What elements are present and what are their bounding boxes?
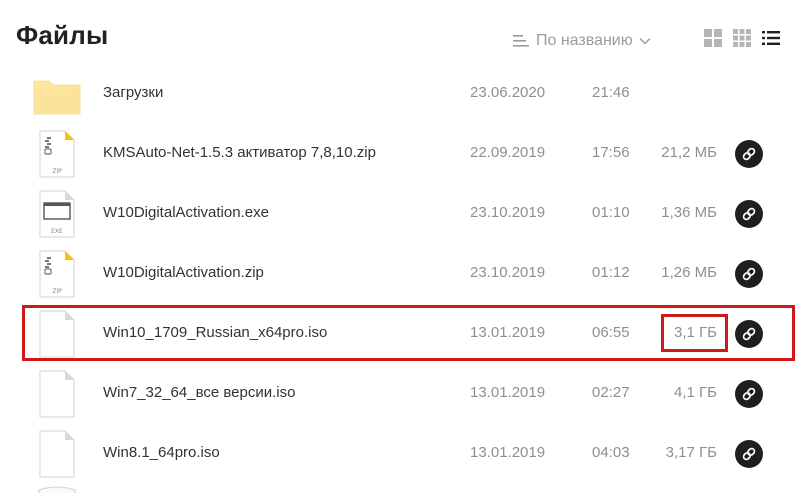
share-link-button[interactable] — [735, 260, 763, 288]
file-row[interactable]: Win7_32_64_все версии.iso 13.01.2019 02:27… — [0, 364, 800, 424]
file-type-label: EXE — [51, 228, 63, 235]
file-list: Загрузки 23.06.2020 21:46 ZIP KMSAuto-Net-1.… — [0, 64, 800, 484]
grid-small-icon[interactable] — [732, 28, 752, 48]
file-size: 3,1 ГБ — [674, 324, 717, 341]
folder-icon — [33, 80, 81, 115]
iso-file-icon — [39, 430, 75, 478]
share-link-button[interactable] — [735, 320, 763, 348]
share-link-button[interactable] — [735, 380, 763, 408]
file-size: 1,26 МБ — [661, 264, 717, 281]
file-row[interactable]: Win8.1_64pro.iso 13.01.2019 04:03 3,17 ГБ — [0, 424, 800, 484]
link-icon — [742, 447, 756, 461]
file-icon-box: EXE — [30, 190, 84, 238]
file-size: 3,17 ГБ — [665, 444, 717, 461]
file-icon-box — [30, 310, 84, 358]
file-icon-box: ZIP — [30, 130, 84, 178]
file-name[interactable]: W10DigitalActivation.zip — [103, 264, 264, 281]
file-row[interactable]: ZIP W10DigitalActivation.zip 23.10.2019 01:… — [0, 244, 800, 304]
link-icon — [742, 147, 756, 161]
zip-file-icon: ZIP — [39, 130, 75, 178]
sort-label: По названию — [536, 32, 633, 49]
zip-file-icon: ZIP — [39, 250, 75, 298]
page-title: Файлы — [16, 20, 109, 50]
file-time: 01:10 — [592, 204, 630, 221]
view-toggle-group — [703, 28, 781, 48]
file-time: 01:12 — [592, 264, 630, 281]
chevron-down-icon — [639, 38, 651, 45]
file-date: 22.09.2019 — [470, 144, 546, 161]
partial-file-icon — [38, 486, 76, 493]
share-link-button[interactable] — [735, 440, 763, 468]
file-name[interactable]: Загрузки — [103, 84, 163, 101]
list-icon[interactable] — [761, 28, 781, 48]
iso-file-icon — [39, 370, 75, 418]
grid-large-icon[interactable] — [703, 28, 723, 48]
file-icon-box: ZIP — [30, 250, 84, 298]
header: Файлы По названию — [0, 0, 800, 72]
file-icon-box — [30, 370, 84, 418]
file-name[interactable]: Win8.1_64pro.iso — [103, 444, 220, 461]
file-size: 1,36 МБ — [661, 204, 717, 221]
file-time: 21:46 — [592, 84, 630, 101]
file-date: 13.01.2019 — [470, 324, 546, 341]
exe-file-icon: EXE — [39, 190, 75, 238]
file-row[interactable]: ZIP KMSAuto-Net-1.5.3 активатор 7,8,10.zi… — [0, 124, 800, 184]
file-name[interactable]: KMSAuto-Net-1.5.3 активатор 7,8,10.zip — [103, 144, 376, 161]
file-icon-box — [30, 70, 84, 118]
iso-file-icon — [39, 310, 75, 358]
link-icon — [742, 207, 756, 221]
file-date: 23.06.2020 — [470, 84, 546, 101]
file-manager-page: Файлы По названию Загрузки 23.06.2020 21… — [0, 0, 800, 493]
file-size: 4,1 ГБ — [674, 384, 717, 401]
file-name[interactable]: W10DigitalActivation.exe — [103, 204, 269, 221]
file-row[interactable]: Загрузки 23.06.2020 21:46 — [0, 64, 800, 124]
file-type-label: ZIP — [52, 168, 62, 175]
file-icon-box — [30, 430, 84, 478]
sort-lines-icon — [513, 35, 529, 47]
sort-dropdown[interactable]: По названию — [512, 30, 651, 52]
file-date: 23.10.2019 — [470, 204, 546, 221]
file-time: 04:03 — [592, 444, 630, 461]
file-date: 23.10.2019 — [470, 264, 546, 281]
file-time: 17:56 — [592, 144, 630, 161]
file-time: 06:55 — [592, 324, 630, 341]
file-date: 13.01.2019 — [470, 384, 546, 401]
file-name[interactable]: Win10_1709_Russian_x64pro.iso — [103, 324, 327, 341]
file-time: 02:27 — [592, 384, 630, 401]
file-name[interactable]: Win7_32_64_все версии.iso — [103, 384, 295, 401]
share-link-button[interactable] — [735, 200, 763, 228]
share-link-button[interactable] — [735, 140, 763, 168]
file-date: 13.01.2019 — [470, 444, 546, 461]
file-row[interactable]: Win10_1709_Russian_x64pro.iso 13.01.2019 0… — [0, 304, 800, 364]
link-icon — [742, 327, 756, 341]
file-type-label: ZIP — [52, 288, 62, 295]
link-icon — [742, 267, 756, 281]
file-size: 21,2 МБ — [661, 144, 717, 161]
link-icon — [742, 387, 756, 401]
file-row[interactable]: EXE W10DigitalActivation.exe 23.10.2019 01:… — [0, 184, 800, 244]
